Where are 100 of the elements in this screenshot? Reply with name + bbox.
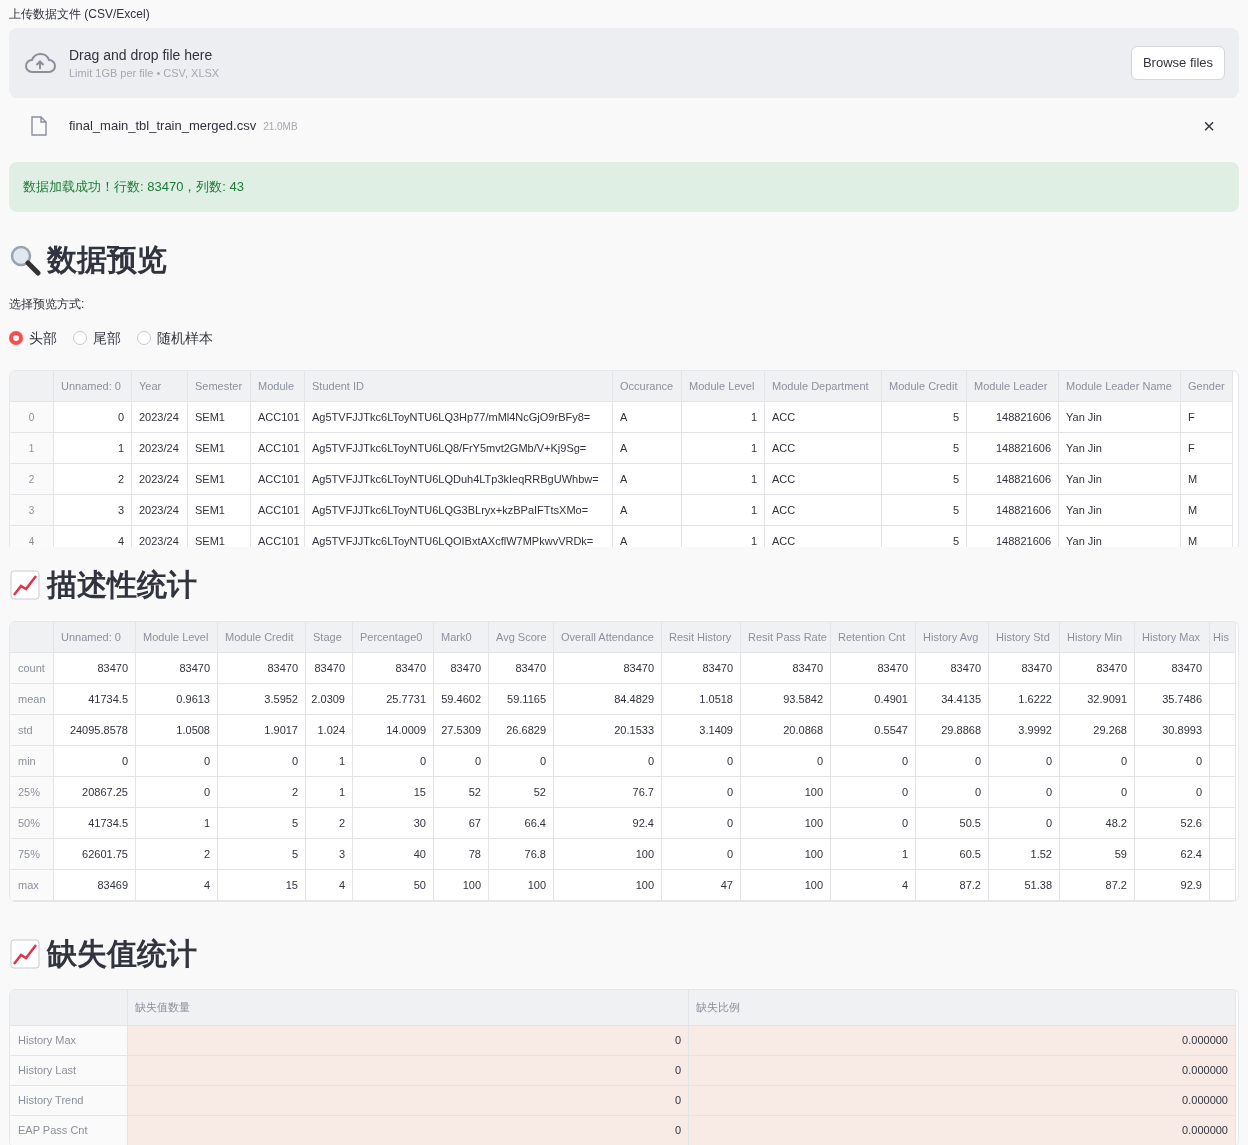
table-cell: 24095.8578: [54, 715, 136, 746]
table-cell: 0: [741, 746, 831, 777]
table-cell: 52: [489, 777, 554, 808]
table-cell: 0.9613: [136, 684, 218, 715]
column-header[interactable]: History Avg: [916, 622, 989, 653]
table-cell: 0: [353, 746, 434, 777]
column-header[interactable]: Unnamed: 0: [54, 622, 136, 653]
table-cell: 0.4901: [831, 684, 916, 715]
column-header[interactable]: Occurance: [613, 371, 682, 402]
browse-files-button[interactable]: Browse files: [1130, 46, 1225, 80]
column-header[interactable]: Avg Score: [489, 622, 554, 653]
row-index: 25%: [10, 777, 54, 808]
table-cell: 2023/24: [132, 526, 188, 547]
chart-icon: [9, 569, 41, 601]
column-header[interactable]: Stage: [306, 622, 353, 653]
column-header[interactable]: Overall Attendance: [554, 622, 662, 653]
table-cell: 0: [136, 746, 218, 777]
column-header[interactable]: Module Department: [765, 371, 882, 402]
table-cell: 0: [218, 746, 306, 777]
table-cell: ACC101: [251, 464, 305, 495]
table-cell: Ag5TVFJJTkc6LToyNTU6LQ8/FrY5mvt2GMb/V+Kj9Sg=: [305, 433, 613, 464]
table-cell: 84.4829: [554, 684, 662, 715]
table-cell: 148821606: [967, 402, 1059, 433]
radio-option[interactable]: 尾部: [73, 327, 121, 349]
table-cell: 0: [989, 777, 1060, 808]
row-index: 0: [10, 402, 54, 433]
column-header[interactable]: 缺失比例: [689, 990, 1236, 1026]
row-index: max: [10, 870, 54, 901]
table-cell: 52.6: [1135, 808, 1210, 839]
table-cell: 83470: [434, 653, 489, 684]
table-cell: F: [1181, 433, 1233, 464]
column-header[interactable]: Module Level: [136, 622, 218, 653]
column-header[interactable]: Module Leader: [967, 371, 1059, 402]
column-header[interactable]: History Min: [1060, 622, 1135, 653]
column-header[interactable]: Module Credit: [882, 371, 967, 402]
table-cell: 14.0009: [353, 715, 434, 746]
table-cell: 59: [1060, 839, 1135, 870]
column-header[interactable]: Semester: [188, 371, 251, 402]
table-cell: 83470: [662, 653, 741, 684]
table-cell: 59.4602: [434, 684, 489, 715]
column-header[interactable]: Module Level: [682, 371, 765, 402]
section-heading: 数据预览: [47, 242, 167, 278]
table-cell: 100: [741, 777, 831, 808]
table-cell: 2023/24: [132, 433, 188, 464]
table-cell: 0: [54, 746, 136, 777]
table-cell: 0: [128, 1116, 689, 1145]
table-cell: 83470: [916, 653, 989, 684]
column-header[interactable]: Gender: [1181, 371, 1233, 402]
table-cell: 2: [218, 777, 306, 808]
column-header[interactable]: Year: [132, 371, 188, 402]
column-header[interactable]: 缺失值数量: [128, 990, 689, 1026]
file-size: 21.0MB: [263, 119, 298, 134]
table-cell: 60.5: [916, 839, 989, 870]
close-button[interactable]: ×: [1203, 116, 1215, 136]
cloud-upload-icon: [23, 51, 57, 75]
table-cell: 0: [489, 746, 554, 777]
file-dropzone[interactable]: Drag and drop file here Limit 1GB per file • CSV, XLSX Browse files: [9, 28, 1239, 98]
column-header[interactable]: Retention Cnt: [831, 622, 916, 653]
radio-button[interactable]: [73, 331, 87, 345]
table-cell: 87.2: [1060, 870, 1135, 901]
column-header[interactable]: Mark0: [434, 622, 489, 653]
table-cell: 66.4: [489, 808, 554, 839]
table-cell: 0: [54, 402, 132, 433]
table-cell: 0: [1060, 777, 1135, 808]
table-cell: M: [1181, 495, 1233, 526]
table-cell: 2023/24: [132, 464, 188, 495]
table-cell: 0: [916, 777, 989, 808]
row-index: count: [10, 653, 54, 684]
table-cell: 1: [682, 433, 765, 464]
table-cell: 0: [916, 746, 989, 777]
column-header[interactable]: Module Credit: [218, 622, 306, 653]
table-cell: Ag5TVFJJTkc6LToyNTU6LQ3Hp77/mMl4NcGjO9rBFy8=: [305, 402, 613, 433]
column-header[interactable]: Student ID: [305, 371, 613, 402]
table-cell: 0.000000: [689, 1086, 1236, 1116]
row-index: History Trend: [10, 1086, 128, 1116]
radio-option[interactable]: 随机样本: [137, 327, 213, 349]
column-header[interactable]: Module: [251, 371, 305, 402]
column-header[interactable]: Module Leader Name: [1059, 371, 1181, 402]
column-header[interactable]: His: [1210, 622, 1236, 653]
table-cell: 0: [831, 746, 916, 777]
radio-button[interactable]: [9, 331, 23, 345]
table-cell: M: [1181, 464, 1233, 495]
table-cell: ACC101: [251, 402, 305, 433]
column-header[interactable]: Resit History: [662, 622, 741, 653]
table-cell: ACC: [765, 526, 882, 547]
table-cell: 0: [136, 777, 218, 808]
table-cell: 83470: [136, 653, 218, 684]
column-header[interactable]: History Std: [989, 622, 1060, 653]
table-cell: ACC101: [251, 526, 305, 547]
column-header[interactable]: Unnamed: 0: [54, 371, 132, 402]
row-index: History Max: [10, 1026, 128, 1056]
radio-button[interactable]: [137, 331, 151, 345]
column-header[interactable]: Resit Pass Rate: [741, 622, 831, 653]
row-index: mean: [10, 684, 54, 715]
column-header[interactable]: Percentage0: [353, 622, 434, 653]
section-heading: 缺失值统计: [47, 936, 197, 972]
table-cell: Yan Jin: [1059, 526, 1181, 547]
radio-option[interactable]: 头部: [9, 327, 57, 349]
column-header[interactable]: History Max: [1135, 622, 1210, 653]
table-cell: 1.0518: [662, 684, 741, 715]
